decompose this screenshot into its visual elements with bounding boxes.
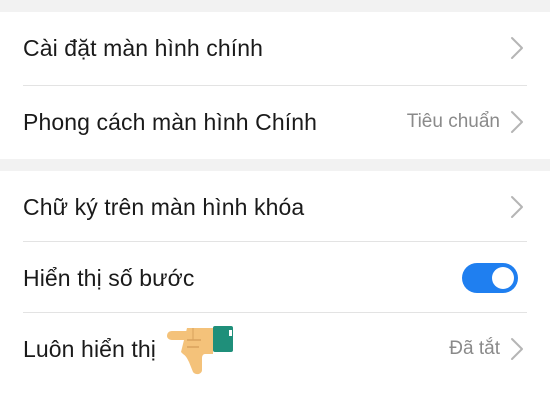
row-label: Cài đặt màn hình chính — [23, 34, 264, 61]
row-label: Phong cách màn hình Chính — [23, 108, 318, 135]
toggle-knob — [492, 267, 514, 289]
chevron-right-icon — [511, 111, 523, 133]
chevron-right-icon — [511, 196, 523, 218]
chevron-right-icon — [511, 338, 523, 360]
row-always-on-display[interactable]: Luôn hiển thị Đã tắt — [0, 313, 550, 385]
row-home-screen-settings[interactable]: Cài đặt màn hình chính — [0, 12, 550, 84]
row-value: Tiêu chuẩn — [406, 111, 500, 132]
row-lock-screen-signature[interactable]: Chữ ký trên màn hình khóa — [0, 171, 550, 243]
row-label: Hiển thị số bước — [23, 264, 195, 291]
row-label: Luôn hiển thị — [23, 335, 157, 362]
row-value: Đã tắt — [449, 338, 500, 359]
step-count-toggle[interactable] — [462, 263, 518, 293]
settings-group-lock-screen: Chữ ký trên màn hình khóa Hiển thị số bư… — [0, 171, 550, 400]
pointing-hand-icon — [167, 326, 233, 375]
settings-group-home: Cài đặt màn hình chính Phong cách màn hì… — [0, 12, 550, 159]
row-show-step-count[interactable]: Hiển thị số bước — [0, 242, 550, 314]
row-label: Chữ ký trên màn hình khóa — [23, 193, 305, 220]
chevron-right-icon — [511, 37, 523, 59]
row-home-screen-style[interactable]: Phong cách màn hình Chính Tiêu chuẩn — [0, 86, 550, 158]
